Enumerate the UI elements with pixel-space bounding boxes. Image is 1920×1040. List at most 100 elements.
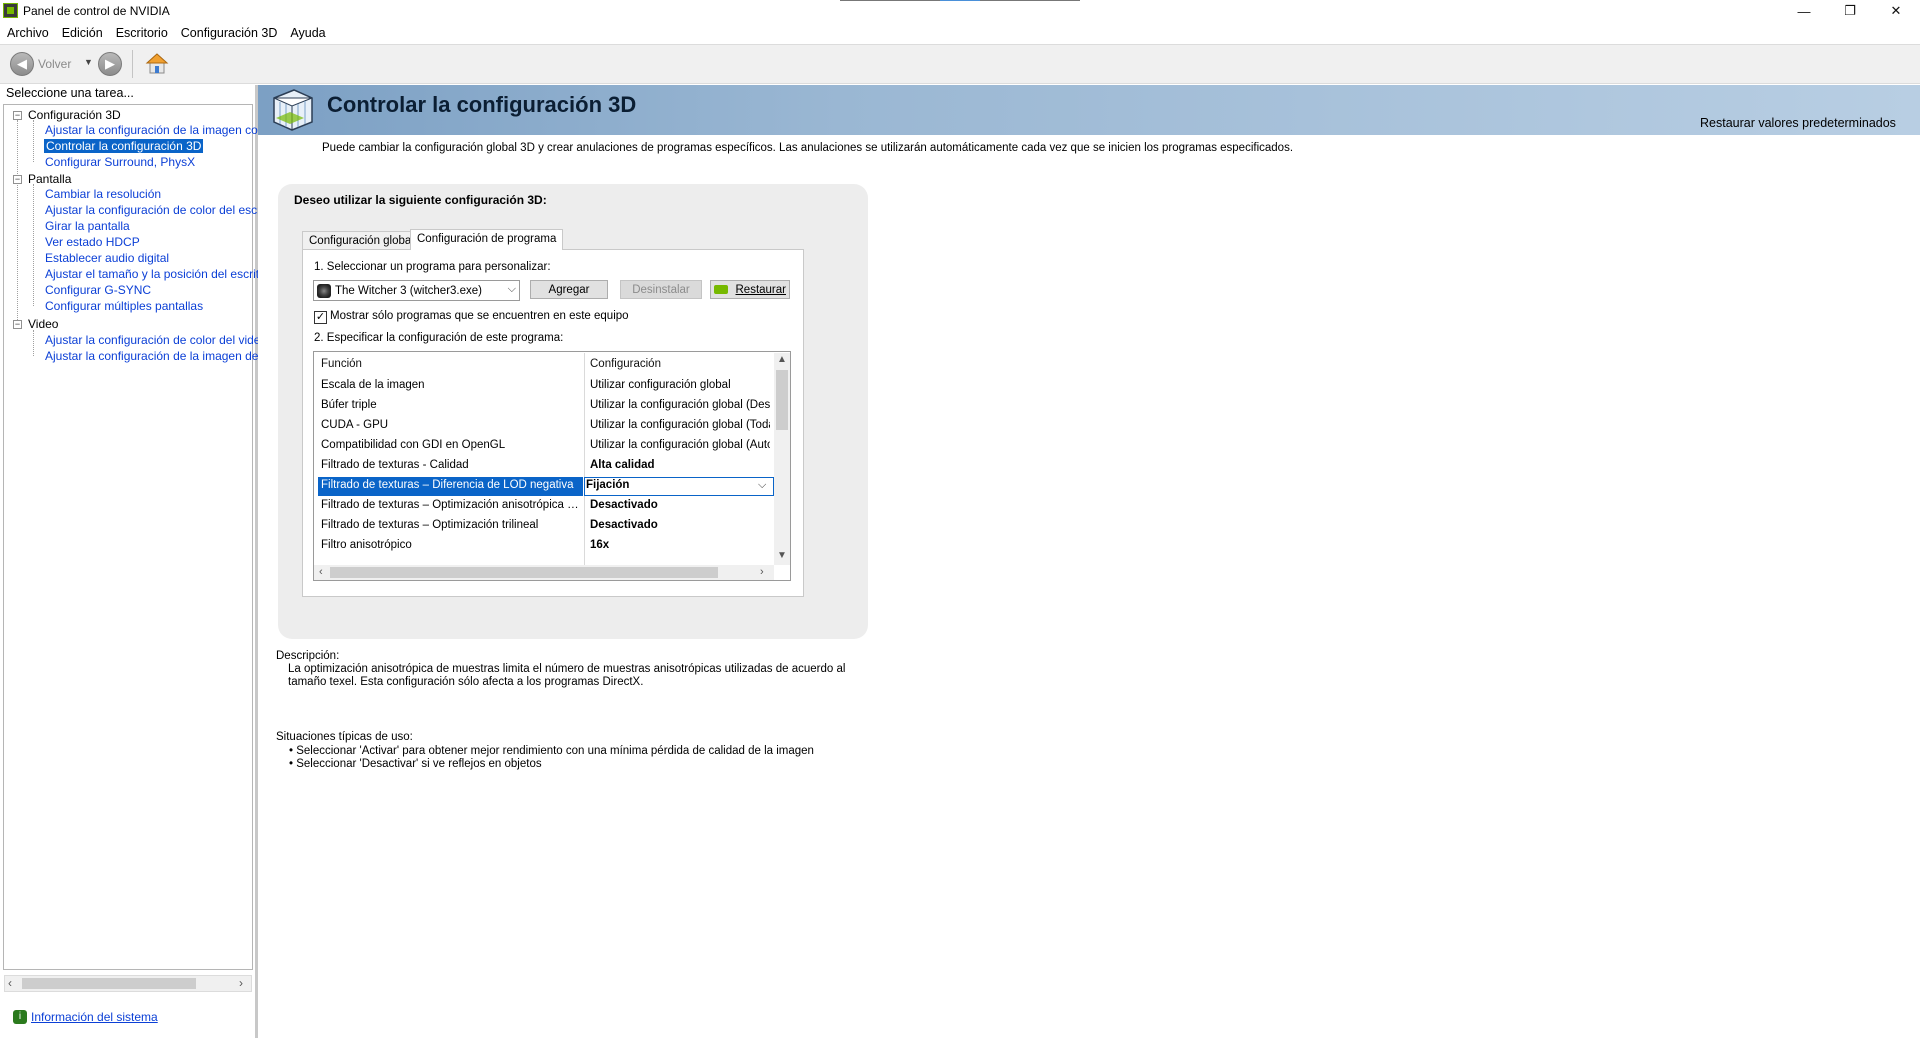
tree-item-girar-pantalla[interactable]: Girar la pantalla <box>45 219 130 233</box>
menu-escritorio[interactable]: Escritorio <box>116 26 168 40</box>
tree-item-gsync[interactable]: Configurar G-SYNC <box>45 283 151 297</box>
tree-item-resolucion[interactable]: Cambiar la resolución <box>45 187 161 201</box>
toolbar <box>0 44 1920 84</box>
back-label[interactable]: Volver <box>38 57 71 71</box>
setting-function: Filtrado de texturas – Optimización tril… <box>321 519 539 531</box>
tab-global-settings[interactable]: Configuración global <box>302 231 421 249</box>
checkbox-label[interactable]: Mostrar sólo programas que se encuentren… <box>330 310 629 322</box>
tree-item-controlar-3d[interactable]: Controlar la configuración 3D <box>44 139 204 153</box>
restore-button-label: Restaurar <box>735 283 787 296</box>
title-accent-line <box>980 0 1080 1</box>
tree-item-audio-digital[interactable]: Establecer audio digital <box>45 251 169 265</box>
menu-ayuda[interactable]: Ayuda <box>290 26 325 40</box>
tree-item-hdcp[interactable]: Ver estado HDCP <box>45 235 140 249</box>
setting-function: Filtrado de texturas – Diferencia de LOD… <box>318 477 583 496</box>
scrollbar-thumb[interactable] <box>776 370 788 430</box>
setting-row[interactable]: CUDA - GPU Utilizar la configuración glo… <box>318 417 773 436</box>
intro-text: Puede cambiar la configuración global 3D… <box>322 142 1294 154</box>
program-dropdown[interactable]: The Witcher 3 (witcher3.exe) ⌵ <box>313 280 520 301</box>
home-icon[interactable] <box>144 51 170 77</box>
setting-row[interactable]: Filtrado de texturas – Optimización tril… <box>318 517 773 536</box>
setting-row[interactable]: Compatibilidad con GDI en OpenGL Utiliza… <box>318 437 773 456</box>
tree-item-surround-physx[interactable]: Configurar Surround, PhysX <box>45 155 195 169</box>
forward-arrow-icon[interactable]: ▶ <box>98 52 122 76</box>
collapse-toggle-icon[interactable]: − <box>13 175 22 184</box>
tree-item-tamano-posicion[interactable]: Ajustar el tamaño y la posición del escr… <box>45 267 272 281</box>
setting-function: Filtrado de texturas – Optimización anis… <box>321 499 581 511</box>
setting-value: Fijación <box>586 479 630 491</box>
setting-row[interactable]: Filtro anisotrópico 16x <box>318 537 773 556</box>
usage-item-text: Seleccionar 'Desactivar' si ve reflejos … <box>296 758 542 770</box>
tree-item-imagen-video[interactable]: Ajustar la configuración de la imagen de… <box>45 349 276 363</box>
menu-configuracion-3d[interactable]: Configuración 3D <box>181 26 278 40</box>
step1-label: 1. Seleccionar un programa para personal… <box>314 261 551 273</box>
collapse-toggle-icon[interactable]: − <box>13 111 22 120</box>
scroll-left-icon[interactable]: ‹ <box>319 566 323 578</box>
3d-cube-icon <box>270 88 316 132</box>
back-arrow-icon[interactable]: ◀ <box>10 52 34 76</box>
setting-function: Búfer triple <box>321 399 377 411</box>
scroll-left-icon[interactable]: ‹ <box>8 976 12 990</box>
usage-item: • Seleccionar 'Desactivar' si ve reflejo… <box>289 758 542 770</box>
scroll-right-icon[interactable]: › <box>239 976 243 990</box>
menu-bar: Archivo Edición Escritorio Configuración… <box>0 22 1920 43</box>
setting-function: Compatibilidad con GDI en OpenGL <box>321 439 506 451</box>
back-history-dropdown-icon[interactable]: ▼ <box>84 57 93 67</box>
add-button[interactable]: Agregar <box>530 280 608 299</box>
scroll-down-icon[interactable]: ▼ <box>777 550 787 561</box>
description-label: Descripción: <box>276 650 340 662</box>
menu-archivo[interactable]: Archivo <box>7 26 49 40</box>
task-tree[interactable] <box>3 104 253 970</box>
tree-connector <box>33 330 34 356</box>
tree-item-ajustar-imagen[interactable]: Ajustar la configuración de la imagen co… <box>45 123 274 137</box>
usage-item-text: Seleccionar 'Activar' para obtener mejor… <box>296 745 814 757</box>
system-info-link[interactable]: Información del sistema <box>31 1010 158 1024</box>
scrollbar-thumb[interactable] <box>330 567 718 578</box>
program-dropdown-value: The Witcher 3 (witcher3.exe) <box>335 284 482 297</box>
title-bar <box>0 0 1920 22</box>
setting-row[interactable]: Escala de la imagen Utilizar configuraci… <box>318 377 773 396</box>
tab-program-settings[interactable]: Configuración de programa <box>410 229 564 250</box>
chevron-down-icon[interactable]: ⌵ <box>758 479 766 492</box>
setting-value: Utilizar la configuración global (Autom <box>590 439 770 451</box>
tree-category-3d[interactable]: Configuración 3D <box>28 108 121 122</box>
setting-row[interactable]: Filtrado de texturas - Calidad Alta cali… <box>318 457 773 476</box>
restore-defaults-link[interactable]: Restaurar valores predeterminados <box>1700 116 1896 130</box>
show-local-programs-checkbox[interactable]: ✓ <box>314 311 327 324</box>
tree-category-video[interactable]: Video <box>28 317 58 331</box>
setting-row[interactable]: Filtrado de texturas – Optimización anis… <box>318 497 773 516</box>
tree-item-color-video[interactable]: Ajustar la configuración de color del vi… <box>45 333 267 347</box>
task-label: Seleccione una tarea... <box>6 86 134 100</box>
column-header-function[interactable]: Función <box>321 358 362 370</box>
scrollbar-thumb[interactable] <box>22 978 196 989</box>
uninstall-button[interactable]: Desinstalar <box>620 280 702 299</box>
scroll-up-icon[interactable]: ▲ <box>777 354 787 365</box>
collapse-toggle-icon[interactable]: − <box>13 320 22 329</box>
usage-label: Situaciones típicas de uso: <box>276 731 413 743</box>
description-text: La optimización anisotrópica de muestras… <box>288 663 846 688</box>
title-accent-line <box>940 0 980 1</box>
nvidia-logo-icon <box>714 285 728 294</box>
setting-function: CUDA - GPU <box>321 419 389 431</box>
setting-function: Escala de la imagen <box>321 379 425 391</box>
setting-function: Filtro anisotrópico <box>321 539 412 551</box>
menu-edicion[interactable]: Edición <box>62 26 103 40</box>
setting-value: Utilizar configuración global <box>590 379 731 391</box>
tree-connector <box>33 120 34 162</box>
setting-value: 16x <box>590 539 610 551</box>
title-accent-line <box>840 0 940 1</box>
tree-connector <box>17 120 18 324</box>
tree-category-pantalla[interactable]: Pantalla <box>28 172 71 186</box>
maximize-button[interactable]: ❐ <box>1827 0 1873 22</box>
close-button[interactable]: ✕ <box>1873 0 1919 22</box>
setting-function: Filtrado de texturas - Calidad <box>321 459 469 471</box>
setting-value: Utilizar la configuración global (Todas) <box>590 419 770 431</box>
minimize-button[interactable]: — <box>1781 0 1827 22</box>
setting-row-selected[interactable]: Filtrado de texturas – Diferencia de LOD… <box>318 477 774 496</box>
step2-label: 2. Especificar la configuración de este … <box>314 332 564 344</box>
scroll-right-icon[interactable]: › <box>760 566 764 578</box>
tree-item-multiples-pantallas[interactable]: Configurar múltiples pantallas <box>45 299 203 313</box>
setting-row[interactable]: Búfer triple Utilizar la configuración g… <box>318 397 773 416</box>
tree-item-color-escritorio[interactable]: Ajustar la configuración de color del es… <box>45 203 274 217</box>
column-header-setting[interactable]: Configuración <box>590 358 661 370</box>
